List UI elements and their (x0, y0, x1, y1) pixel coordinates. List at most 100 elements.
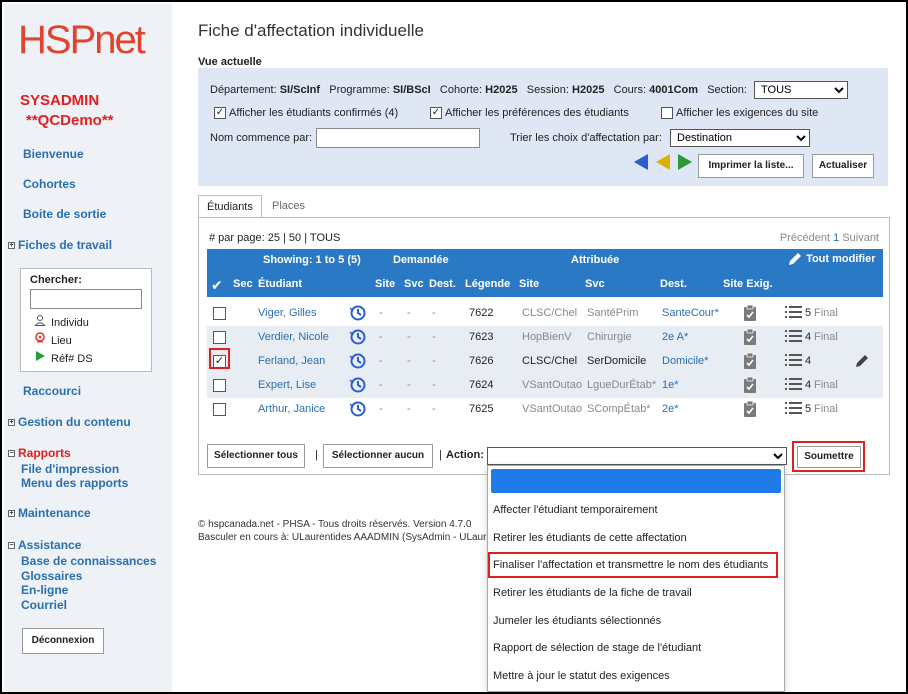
current-view-label: Vue actuelle (198, 56, 262, 68)
list-icon[interactable] (785, 304, 803, 323)
assigned-site: CLSC/Chel (522, 307, 578, 319)
status-text: Final (814, 331, 838, 343)
nav-courriel[interactable]: Courriel (21, 598, 67, 612)
hspnet-logo[interactable]: HSPnet (18, 18, 146, 63)
req-svc: - (407, 331, 411, 343)
search-option-individu[interactable]: Individu (33, 314, 89, 329)
students-panel: # par page: 25 | 50 | TOUS Précédent 1 S… (198, 217, 890, 475)
action-option[interactable]: Affecter l'étudiant temporairement (493, 504, 658, 516)
nav-raccourci[interactable]: Raccourci (23, 384, 81, 398)
tab-places[interactable]: Places (264, 195, 313, 217)
nav-rapports[interactable]: − Rapports (8, 446, 71, 460)
action-option[interactable]: Rapport de sélection de stage de l'étudi… (493, 642, 701, 654)
tab-etudiants[interactable]: Étudiants (198, 195, 262, 217)
nav-gestion-contenu[interactable]: + Gestion du contenu (8, 415, 131, 429)
list-icon[interactable] (785, 352, 803, 371)
action-option[interactable]: Mettre à jour le statut des exigences (493, 670, 670, 682)
legend-code: 7625 (469, 403, 494, 415)
req-count: 4 (805, 331, 812, 343)
cb-confirmed[interactable]: ✓ Afficher les étudiants confirmés (4) (214, 107, 398, 120)
user-name: SYSADMIN (20, 92, 100, 109)
nav-cohortes[interactable]: Cohortes (23, 177, 76, 191)
assigned-dest[interactable]: 1e* (662, 379, 679, 391)
assigned-dest[interactable]: Domicile* (662, 355, 708, 367)
next-link[interactable]: Suivant (842, 232, 879, 244)
per-page-selector[interactable]: # par page: 25 | 50 | TOUS (209, 232, 340, 244)
assigned-dest[interactable]: 2e A* (662, 331, 688, 343)
nav-file-impression[interactable]: File d'impression (21, 462, 119, 476)
action-option[interactable]: Retirer les étudiants de la fiche de tra… (493, 587, 692, 599)
row-checkbox[interactable] (213, 331, 226, 344)
assigned-svc: Chirurgie (587, 331, 632, 343)
checkbox-unchecked[interactable] (661, 107, 673, 120)
req-dest: - (432, 307, 436, 319)
student-name[interactable]: Viger, Gilles (258, 307, 317, 319)
table-row: Arthur, Janice - - - 7625 VSantOutao SCompÉtab… (207, 398, 883, 422)
nav-bienvenue[interactable]: Bienvenue (23, 147, 84, 161)
logout-button[interactable]: Déconnexion (22, 628, 104, 654)
assigned-svc: LgueDurÉtab* (587, 379, 657, 391)
checkbox-checked[interactable]: ✓ (430, 107, 442, 120)
req-svc: - (407, 403, 411, 415)
col-svc: Svc (585, 278, 605, 290)
assigned-dest[interactable]: 2e* (662, 403, 679, 415)
name-starts-input[interactable] (316, 128, 480, 148)
req-site: - (379, 307, 383, 319)
list-icon[interactable] (785, 400, 803, 419)
row-checkbox[interactable] (213, 379, 226, 392)
student-name[interactable]: Expert, Lise (258, 379, 316, 391)
nav-maintenance[interactable]: + Maintenance (8, 506, 91, 520)
nav-glossaires[interactable]: Glossaires (21, 569, 82, 583)
print-list-button[interactable]: Imprimer la liste... (698, 154, 804, 178)
history-icon[interactable] (349, 376, 367, 397)
pencil-icon[interactable] (854, 353, 870, 372)
nav-fiches-travail[interactable]: + Fiches de travail (8, 238, 112, 252)
cb-requirements[interactable]: Afficher les exigences du site (661, 107, 818, 120)
color-arrows-icon[interactable] (634, 154, 694, 170)
refresh-button[interactable]: Actualiser (812, 154, 874, 178)
nav-menu-rapports[interactable]: Menu des rapports (21, 476, 128, 490)
assigned-dest[interactable]: SanteCour* (662, 307, 719, 319)
student-name[interactable]: Verdier, Nicole (258, 331, 329, 343)
nav-boite-sortie[interactable]: Boite de sortie (23, 207, 106, 221)
clipboard-check-icon[interactable] (743, 352, 757, 373)
history-icon[interactable] (349, 400, 367, 421)
prev-link[interactable]: Précédent (780, 232, 830, 244)
select-all-button[interactable]: Sélectionner tous (207, 444, 305, 468)
student-name[interactable]: Ferland, Jean (258, 355, 325, 367)
checkbox-checked[interactable]: ✓ (214, 107, 226, 120)
history-icon[interactable] (349, 352, 367, 373)
action-select[interactable] (487, 447, 787, 465)
row-checkbox[interactable] (213, 403, 226, 416)
dropdown-selected-blank[interactable] (491, 469, 781, 493)
nav-base-connaissances[interactable]: Base de connaissances (21, 554, 156, 568)
nav-en-ligne[interactable]: En-ligne (21, 583, 68, 597)
clipboard-check-icon[interactable] (743, 304, 757, 325)
page-number[interactable]: 1 (833, 232, 839, 244)
student-name[interactable]: Arthur, Janice (258, 403, 325, 415)
clipboard-check-icon[interactable] (743, 376, 757, 397)
search-option-ref[interactable]: Réf# DS (33, 350, 93, 365)
history-icon[interactable] (349, 328, 367, 349)
history-icon[interactable] (349, 304, 367, 325)
section-select[interactable]: TOUS (754, 81, 848, 99)
nav-assistance[interactable]: − Assistance (8, 538, 81, 552)
search-label: Chercher: (30, 274, 82, 286)
list-icon[interactable] (785, 328, 803, 347)
row-checkbox[interactable] (213, 307, 226, 320)
table-row: Viger, Gilles - - - 7622 CLSC/Chel SantéPrim Sa… (207, 302, 883, 326)
search-option-lieu[interactable]: Lieu (33, 332, 72, 347)
search-input[interactable] (30, 289, 142, 309)
sort-select[interactable]: Destination (670, 129, 810, 147)
action-option[interactable]: Jumeler les étudiants sélectionnés (493, 615, 661, 627)
status-text: Final (814, 379, 838, 391)
list-icon[interactable] (785, 376, 803, 395)
clipboard-check-icon[interactable] (743, 400, 757, 421)
modify-all-button[interactable]: Tout modifier (787, 251, 876, 267)
select-all-check-icon[interactable]: ✔ (211, 277, 223, 294)
clipboard-check-icon[interactable] (743, 328, 757, 349)
select-none-button[interactable]: Sélectionner aucun (323, 444, 433, 468)
cb-preferences[interactable]: ✓ Afficher les préférences des étudiants (430, 107, 629, 120)
col-dest-req: Dest. (429, 278, 456, 290)
action-option[interactable]: Retirer les étudiants de cette affectati… (493, 532, 687, 544)
